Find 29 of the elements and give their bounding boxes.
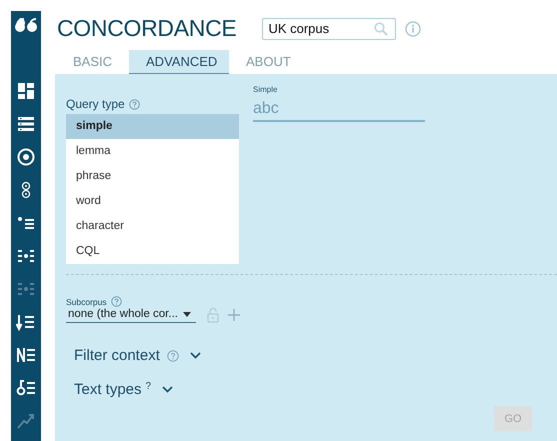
dropdown-caret-icon (183, 312, 191, 316)
corpus-search-field[interactable]: UK corpus (262, 18, 396, 40)
help-icon[interactable] (110, 296, 122, 307)
subcorpus-label: Subcorpus (66, 296, 107, 306)
help-mark[interactable]: ? (146, 381, 152, 392)
simple-field-label: Simple (253, 85, 278, 94)
chevron-icon[interactable] (190, 352, 201, 359)
app-title: CONCORDANCE (57, 15, 236, 42)
numbered-list-icon[interactable] (16, 345, 36, 365)
dashboard-icon[interactable] (16, 81, 36, 101)
target-icon[interactable] (16, 147, 36, 167)
subcorpus-select[interactable]: none (the whole cor... (66, 307, 196, 323)
query-type-option[interactable]: character (66, 214, 239, 239)
help-icon[interactable] (128, 98, 140, 110)
chevron-icon[interactable] (162, 386, 174, 393)
query-type-option[interactable]: word (66, 189, 239, 214)
section-toggle[interactable]: Filter context (74, 347, 160, 364)
key-list-icon[interactable] (16, 378, 36, 398)
section-toggle[interactable]: Text types (74, 381, 142, 398)
tab[interactable]: ADVANCED (129, 50, 230, 74)
list-icon[interactable] (16, 114, 36, 134)
simple-input-field[interactable]: abc (253, 100, 425, 122)
query-type-option[interactable]: phrase (66, 164, 239, 189)
query-type-option[interactable]: simple (66, 114, 239, 139)
query-type-option[interactable]: lemma (66, 139, 239, 164)
query-type-option[interactable]: CQL (66, 239, 239, 264)
sort-list-icon[interactable] (16, 312, 36, 332)
search-icon (374, 22, 388, 36)
query-type-label: Query type (66, 97, 125, 111)
